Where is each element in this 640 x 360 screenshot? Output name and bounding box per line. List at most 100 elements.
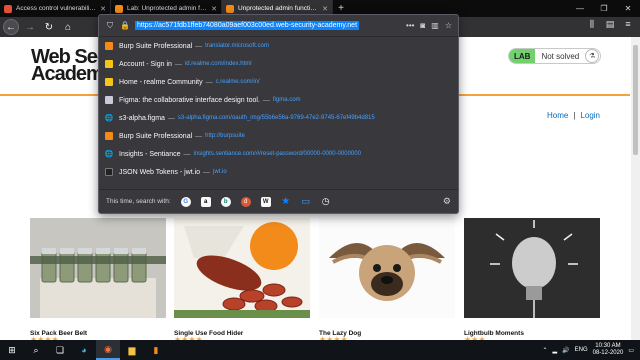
suggestion-url: s3-alpha.figma.com/oauth_img/55b6e56a-97… [177, 115, 375, 121]
suggestion-url: figma.com [272, 97, 301, 103]
windows-taskbar: ⊞ ⌕ ❏ ◕ ◉ ▆ ▮ ⌃ ▂ 🔊 ENG 10:30 AM 08-12-2… [0, 340, 640, 360]
tab-title: Lab: Unprotected admin functi... [127, 5, 208, 12]
portswigger-favicon-icon [115, 4, 123, 13]
search-with-label: This time, search with: [106, 198, 171, 205]
firefox-icon[interactable]: ◉ [96, 340, 120, 360]
suggestion-title: Burp Suite Professional [119, 42, 193, 50]
window-controls: — ❐ ✕ [568, 0, 640, 17]
jwt-icon [105, 168, 113, 176]
bing-icon[interactable]: b [220, 196, 231, 207]
product-image[interactable] [30, 218, 166, 318]
product-card[interactable]: Lightbulb Moments ★★★ [464, 218, 600, 340]
suggestion-url: http://burpsuite [205, 133, 245, 139]
volume-icon[interactable]: 🔊 [562, 347, 569, 354]
realme-icon [105, 60, 113, 68]
google-icon[interactable]: G [180, 196, 191, 207]
tab-title: Access control vulnerabilities a... [16, 5, 97, 12]
back-arrow-icon[interactable]: ← [3, 19, 19, 35]
product-card[interactable]: Single Use Food Hider ★★★★ [174, 218, 310, 340]
file-explorer-icon[interactable]: ▆ [120, 340, 144, 360]
history-clock-icon[interactable]: ◷ [320, 196, 331, 207]
shield-icon[interactable]: ⛉ [105, 21, 115, 31]
suggestion-title: Account - Sign in [119, 60, 172, 68]
suggestion-item[interactable]: Burp Suite Professional — translator.mic… [99, 37, 458, 55]
url-input[interactable]: https://ac571fdb1ffeb74080a09aef003c00ed… [135, 21, 360, 30]
nav-divider: | [573, 111, 576, 120]
product-card[interactable]: Six Pack Beer Belt ★★★★ [30, 218, 166, 340]
product-image[interactable] [319, 218, 455, 318]
suggestion-item[interactable]: Account - Sign in — id.realme.com/index.… [99, 55, 458, 73]
suggestion-separator: — [205, 78, 213, 86]
scrollbar-thumb[interactable] [633, 45, 638, 155]
windows-start-icon[interactable]: ⊞ [0, 340, 24, 360]
reload-icon[interactable]: ↻ [41, 19, 57, 35]
gear-icon[interactable]: ⚙ [443, 196, 451, 207]
close-icon[interactable]: ✕ [100, 5, 106, 13]
suggestion-url: c.realme.com/in/ [215, 79, 260, 85]
lab-status-badge: LAB Not solved ⚗ [508, 48, 602, 64]
network-icon[interactable]: ▂ [553, 347, 558, 354]
burp-icon [105, 42, 113, 50]
search-engine-list: G a b d W ★ ▭ ◷ [180, 196, 331, 207]
lock-icon[interactable]: 🔒 [120, 21, 130, 30]
pocket-icon[interactable]: ◙ [420, 21, 425, 30]
tabs-icon[interactable]: ▭ [300, 196, 311, 207]
search-icon[interactable]: ⌕ [24, 340, 48, 360]
library-icon[interactable]: ⫼ [586, 19, 598, 30]
suggestion-item[interactable]: Burp Suite Professional — http://burpsui… [99, 127, 458, 145]
suggestion-separator: — [195, 42, 203, 50]
product-card[interactable]: The Lazy Dog ★★★★ [319, 218, 455, 340]
site-favicon-icon [4, 4, 12, 13]
realme-icon [105, 78, 113, 86]
suggestion-separator: — [167, 114, 175, 122]
suggestion-separator: — [262, 96, 270, 104]
close-icon[interactable]: ✕ [211, 5, 217, 13]
language-indicator[interactable]: ENG [575, 347, 588, 353]
product-image[interactable] [464, 218, 600, 318]
login-link[interactable]: Login [580, 111, 600, 120]
suggestion-item[interactable]: JSON Web Tokens - jwt.io — jwt.io [99, 163, 458, 181]
globe-icon: 🌐 [104, 151, 114, 158]
menu-icon[interactable]: ≡ [622, 19, 634, 30]
product-grid: Six Pack Beer Belt ★★★★ Single Use Food … [30, 218, 610, 340]
address-bar[interactable]: ⛉ 🔒 https://ac571fdb1ffeb74080a09aef003c… [99, 15, 458, 37]
close-icon[interactable]: ✕ [322, 5, 328, 13]
clock[interactable]: 10:30 AM 08-12-2020 [593, 343, 624, 357]
notifications-icon[interactable]: ▭ [628, 347, 634, 354]
bookmark-star-icon[interactable]: ☆ [445, 21, 452, 30]
suggestion-item[interactable]: 🌐 s3-alpha.figma — s3-alpha.figma.com/oa… [99, 109, 458, 127]
suggestion-separator: — [174, 60, 182, 68]
suggestion-item[interactable]: 🌐 Insights - Sentiance — insights.sentia… [99, 145, 458, 163]
globe-icon: 🌐 [104, 115, 114, 122]
figma-icon [105, 96, 113, 104]
window-close-icon[interactable]: ✕ [616, 0, 640, 17]
forward-arrow-icon[interactable]: → [22, 19, 38, 35]
task-view-icon[interactable]: ❏ [48, 340, 72, 360]
more-actions-icon[interactable]: ••• [406, 21, 414, 30]
burp-icon [105, 132, 113, 140]
edge-browser-icon[interactable]: ◕ [72, 340, 96, 360]
reader-icon[interactable]: ▥ [431, 21, 439, 30]
suggestion-title: Burp Suite Professional [119, 132, 193, 140]
amazon-icon[interactable]: a [200, 196, 211, 207]
wikipedia-icon[interactable]: W [260, 196, 271, 207]
home-link[interactable]: Home [547, 111, 568, 120]
sidebar-icon[interactable]: ▤ [604, 19, 616, 30]
bookmarks-star-icon[interactable]: ★ [280, 196, 291, 207]
lab-status: Not solved [541, 51, 580, 61]
clock-time: 10:30 AM [595, 343, 621, 349]
page-scrollbar[interactable] [631, 37, 640, 340]
minimize-icon[interactable]: — [568, 0, 592, 17]
burp-suite-icon[interactable]: ▮ [144, 340, 168, 360]
suggestion-item[interactable]: Home - realme Community — c.realme.com/i… [99, 73, 458, 91]
maximize-icon[interactable]: ❐ [592, 0, 616, 17]
tab-0[interactable]: Access control vulnerabilities a... ✕ [0, 0, 111, 17]
home-icon[interactable]: ⌂ [60, 19, 76, 35]
tray-arrow-icon[interactable]: ⌃ [542, 347, 547, 354]
duckduckgo-icon[interactable]: d [240, 196, 251, 207]
portswigger-favicon-icon [226, 4, 234, 13]
lab-tag: LAB [509, 49, 536, 63]
product-image[interactable] [174, 218, 310, 318]
suggestion-title: Figma: the collaborative interface desig… [119, 96, 260, 104]
suggestion-item[interactable]: Figma: the collaborative interface desig… [99, 91, 458, 109]
